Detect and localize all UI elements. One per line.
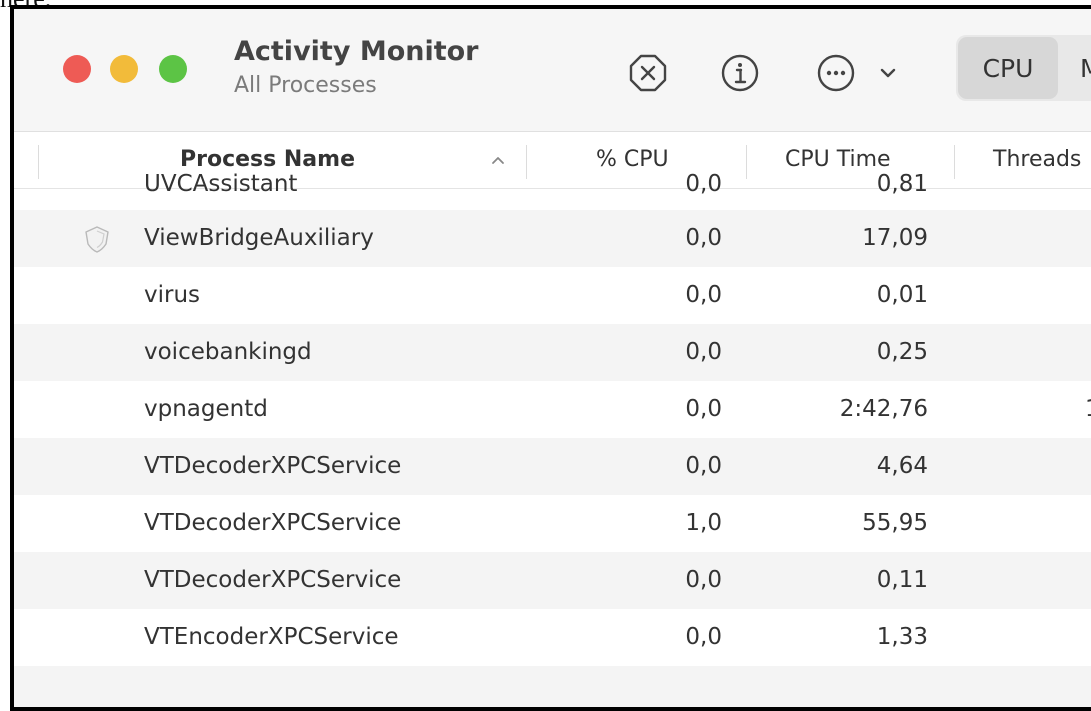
cpu-time: 2:42,76 [839,396,928,422]
cpu-percent: 0,0 [685,339,722,365]
process-name: VTDecoderXPCService [144,567,402,593]
table-row[interactable]: VTEncoderXPCService 0,0 1,33 [14,609,1091,666]
process-name: UVCAssistant [144,171,298,197]
table-row[interactable]: VTDecoderXPCService 0,0 0,11 [14,552,1091,609]
view-segmented-control: CPU M [956,35,1091,101]
info-icon[interactable] [720,53,760,93]
cpu-percent: 0,0 [685,396,722,422]
cpu-time: 0,11 [876,567,928,593]
window-title: Activity Monitor [234,36,479,67]
process-name: virus [144,282,201,308]
stop-process-icon[interactable] [628,53,668,93]
tab-cpu[interactable]: CPU [958,37,1058,99]
table-row[interactable]: UVCAssistant 0,0 0,81 [14,159,1091,210]
table-row-empty [14,666,1091,707]
cpu-time: 4,64 [876,453,928,479]
threads-count: 1 [1085,381,1091,438]
cpu-percent: 0,0 [685,171,722,197]
cpu-percent: 0,0 [685,453,722,479]
process-name: vpnagentd [144,396,268,422]
chevron-down-icon[interactable] [876,61,900,85]
cpu-percent: 0,0 [685,567,722,593]
table-row[interactable]: vpnagentd 0,0 2:42,76 1 [14,381,1091,438]
cpu-time: 0,01 [876,282,928,308]
process-list: UVCAssistant 0,0 0,81 ViewBridgeAuxiliar… [14,171,1091,707]
process-name: VTEncoderXPCService [144,624,399,650]
minimize-window-button[interactable] [110,55,138,83]
close-window-button[interactable] [63,55,91,83]
cpu-time: 55,95 [862,510,928,536]
process-name: VTDecoderXPCService [144,453,402,479]
cpu-time: 1,33 [876,624,928,650]
process-name: VTDecoderXPCService [144,510,402,536]
table-row[interactable]: VTDecoderXPCService 1,0 55,95 [14,495,1091,552]
cpu-percent: 0,0 [685,624,722,650]
table-row[interactable]: VTDecoderXPCService 0,0 4,64 [14,438,1091,495]
window-subtitle: All Processes [234,73,377,98]
more-options-icon[interactable] [816,53,856,93]
process-name: voicebankingd [144,339,312,365]
cpu-time: 17,09 [862,225,928,251]
cpu-time: 0,25 [876,339,928,365]
table-row[interactable]: voicebankingd 0,0 0,25 [14,324,1091,381]
table-row[interactable]: virus 0,0 0,01 [14,267,1091,324]
cpu-percent: 1,0 [685,510,722,536]
process-name: ViewBridgeAuxiliary [144,225,374,251]
toolbar: Activity Monitor All Processes CPU [14,9,1091,131]
cpu-time: 0,81 [876,171,928,197]
cpu-percent: 0,0 [685,225,722,251]
cpu-percent: 0,0 [685,282,722,308]
zoom-window-button[interactable] [159,55,187,83]
activity-monitor-window: Activity Monitor All Processes CPU Proce… [10,5,1091,711]
table-row[interactable]: ViewBridgeAuxiliary 0,0 17,09 [14,210,1091,267]
tab-memory[interactable]: M [1080,37,1091,99]
shield-icon [82,224,112,254]
